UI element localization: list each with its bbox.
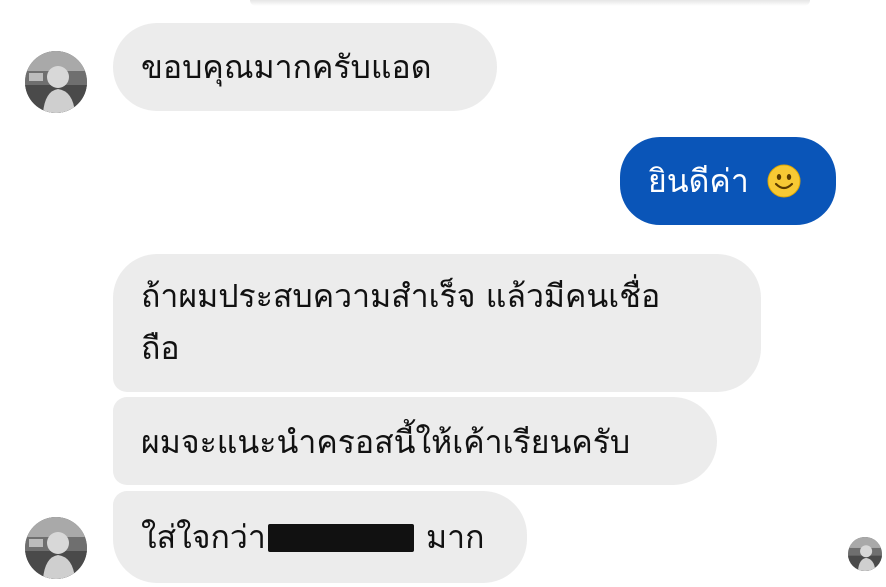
message-text: ขอบคุณมากครับแอด bbox=[141, 48, 432, 86]
redaction-bar bbox=[267, 524, 414, 552]
avatar-photo-icon bbox=[848, 537, 882, 571]
smiley-emoji-icon bbox=[767, 164, 801, 198]
message-text-after: มาก bbox=[426, 518, 485, 556]
message-text: ยินดีค่า bbox=[648, 162, 749, 200]
message-bubble[interactable]: ใส่ใจกว่า มาก bbox=[113, 491, 527, 583]
avatar-photo-icon bbox=[25, 51, 87, 113]
sender-avatar[interactable] bbox=[25, 517, 87, 579]
message-bubble[interactable]: ขอบคุณมากครับแอด bbox=[113, 23, 497, 111]
message-text-line: ถือ bbox=[141, 329, 180, 367]
sender-avatar[interactable] bbox=[25, 51, 87, 113]
previous-message-edge bbox=[250, 0, 810, 6]
message-bubble[interactable]: ผมจะแนะนำครอสนี้ให้เค้าเรียนครับ bbox=[113, 397, 717, 485]
message-bubble-outgoing[interactable]: ยินดีค่า bbox=[620, 137, 836, 225]
avatar-photo-icon bbox=[25, 517, 87, 579]
message-bubble[interactable]: ถ้าผมประสบความสำเร็จ แล้วมีคนเชื่อ ถือ bbox=[113, 254, 761, 392]
message-text-line: ถ้าผมประสบความสำเร็จ แล้วมีคนเชื่อ bbox=[141, 277, 661, 315]
read-receipt-avatar bbox=[848, 537, 882, 571]
message-text-before: ใส่ใจกว่า bbox=[141, 518, 266, 556]
message-text: ผมจะแนะนำครอสนี้ให้เค้าเรียนครับ bbox=[141, 423, 631, 461]
